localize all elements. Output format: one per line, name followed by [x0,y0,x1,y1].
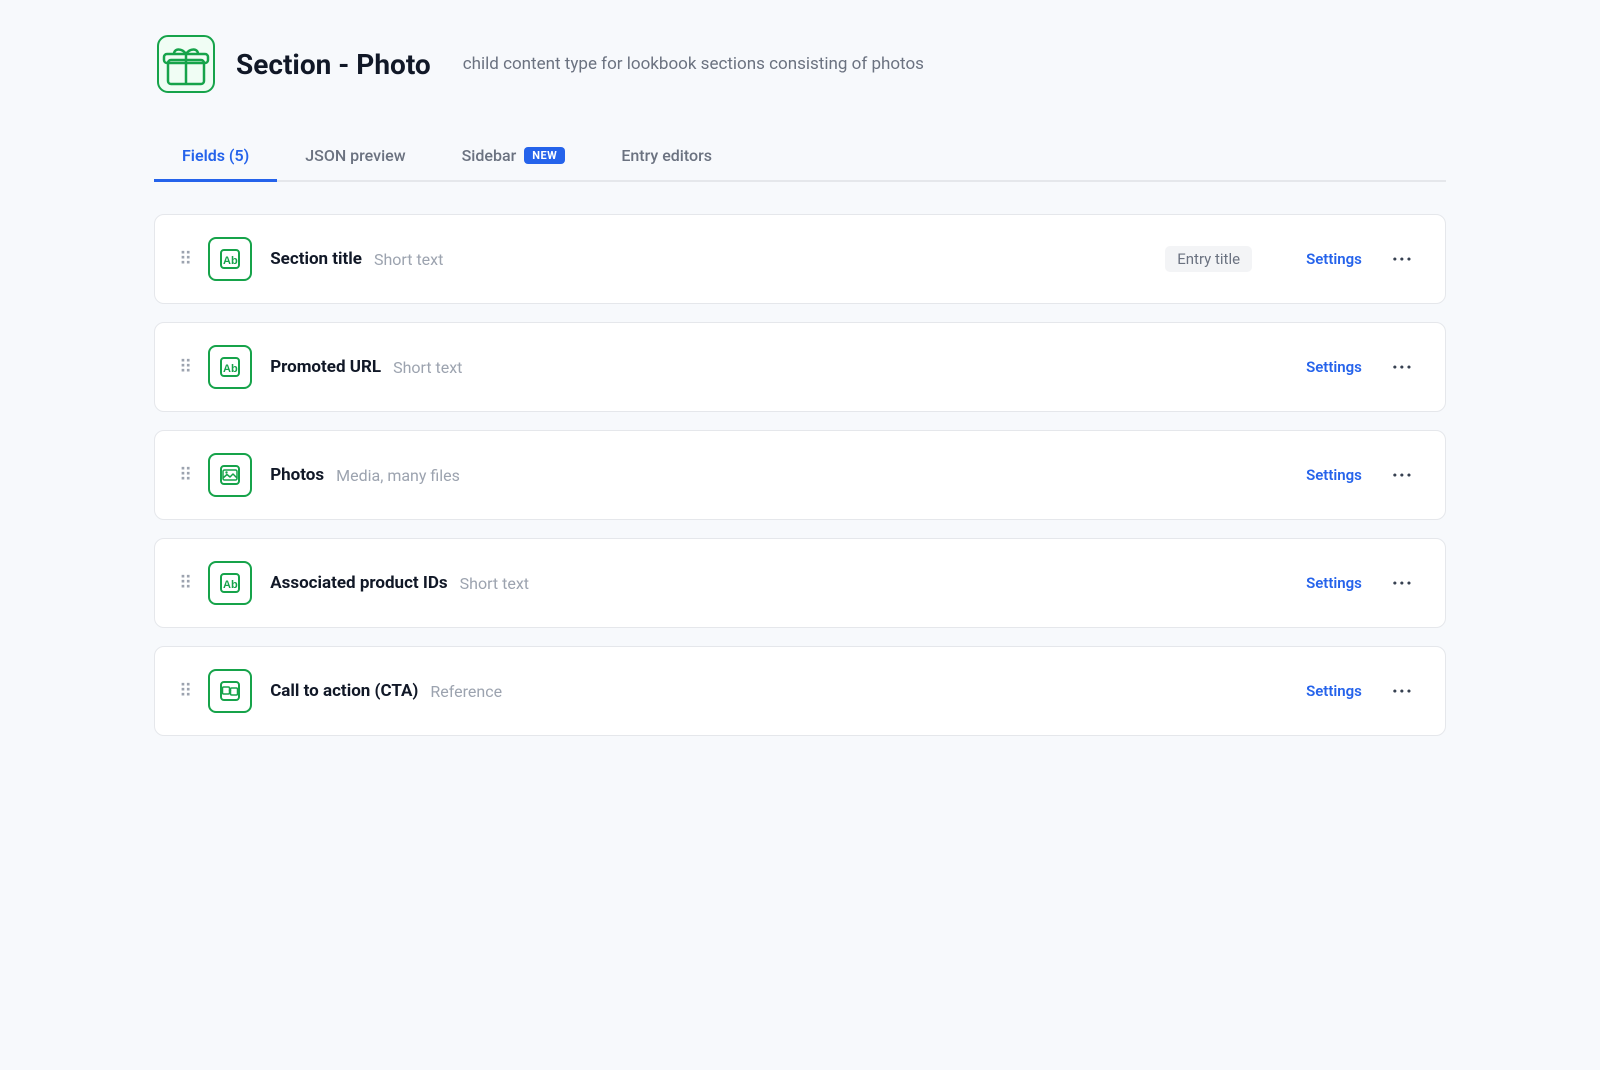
field-type-icon [208,453,252,497]
field-type-icon: Ab [208,237,252,281]
tab-sidebar[interactable]: Sidebar NEW [434,132,594,182]
field-type: Short text [393,358,462,377]
field-row: ⠿ Ab Associated product IDs Short text S… [154,538,1446,628]
svg-text:Ab: Ab [223,579,238,591]
tab-json-preview[interactable]: JSON preview [277,132,433,182]
field-type: Reference [430,682,502,701]
page-title: Section - Photo [236,48,431,81]
drag-handle-icon[interactable]: ⠿ [179,465,190,486]
more-options-button[interactable]: ··· [1384,243,1421,275]
field-name: Section title [270,249,362,269]
field-name: Promoted URL [270,357,381,377]
new-badge: NEW [524,147,565,164]
field-row: ⠿ Ab Promoted URL Short text Settings ··… [154,322,1446,412]
svg-text:Ab: Ab [223,363,238,375]
settings-button[interactable]: Settings [1302,460,1366,490]
content-type-icon [154,32,218,96]
more-options-button[interactable]: ··· [1384,675,1421,707]
entry-title-badge: Entry title [1165,246,1252,272]
tabs-nav: Fields (5) JSON preview Sidebar NEW Entr… [154,132,1446,182]
field-type-icon [208,669,252,713]
field-info: Promoted URL Short text [270,357,1284,377]
field-name: Associated product IDs [270,573,447,593]
field-row: ⠿ Photos Media, many files Settings ··· [154,430,1446,520]
field-type-icon: Ab [208,345,252,389]
more-options-button[interactable]: ··· [1384,567,1421,599]
settings-button[interactable]: Settings [1302,676,1366,706]
drag-handle-icon[interactable]: ⠿ [179,681,190,702]
tab-fields[interactable]: Fields (5) [154,132,277,182]
settings-button[interactable]: Settings [1302,568,1366,598]
more-options-button[interactable]: ··· [1384,351,1421,383]
drag-handle-icon[interactable]: ⠿ [179,249,190,270]
field-type: Media, many files [336,466,460,485]
more-options-button[interactable]: ··· [1384,459,1421,491]
field-name: Call to action (CTA) [270,681,418,701]
field-type-icon: Ab [208,561,252,605]
drag-handle-icon[interactable]: ⠿ [179,357,190,378]
field-info: Photos Media, many files [270,465,1284,485]
field-info: Call to action (CTA) Reference [270,681,1284,701]
settings-button[interactable]: Settings [1302,352,1366,382]
tab-entry-editors[interactable]: Entry editors [593,132,740,182]
field-type: Short text [374,250,443,269]
field-info: Section title Short text [270,249,1147,269]
field-name: Photos [270,465,324,485]
field-type: Short text [460,574,529,593]
page-header: Section - Photo child content type for l… [154,32,1446,96]
page-description: child content type for lookbook sections… [463,54,924,74]
field-row: ⠿ Ab Section title Short text Entry titl… [154,214,1446,304]
fields-list: ⠿ Ab Section title Short text Entry titl… [154,214,1446,736]
settings-button[interactable]: Settings [1302,244,1366,274]
svg-text:Ab: Ab [223,255,238,267]
field-info: Associated product IDs Short text [270,573,1284,593]
drag-handle-icon[interactable]: ⠿ [179,573,190,594]
field-row: ⠿ Call to action (CTA) Reference Setting… [154,646,1446,736]
